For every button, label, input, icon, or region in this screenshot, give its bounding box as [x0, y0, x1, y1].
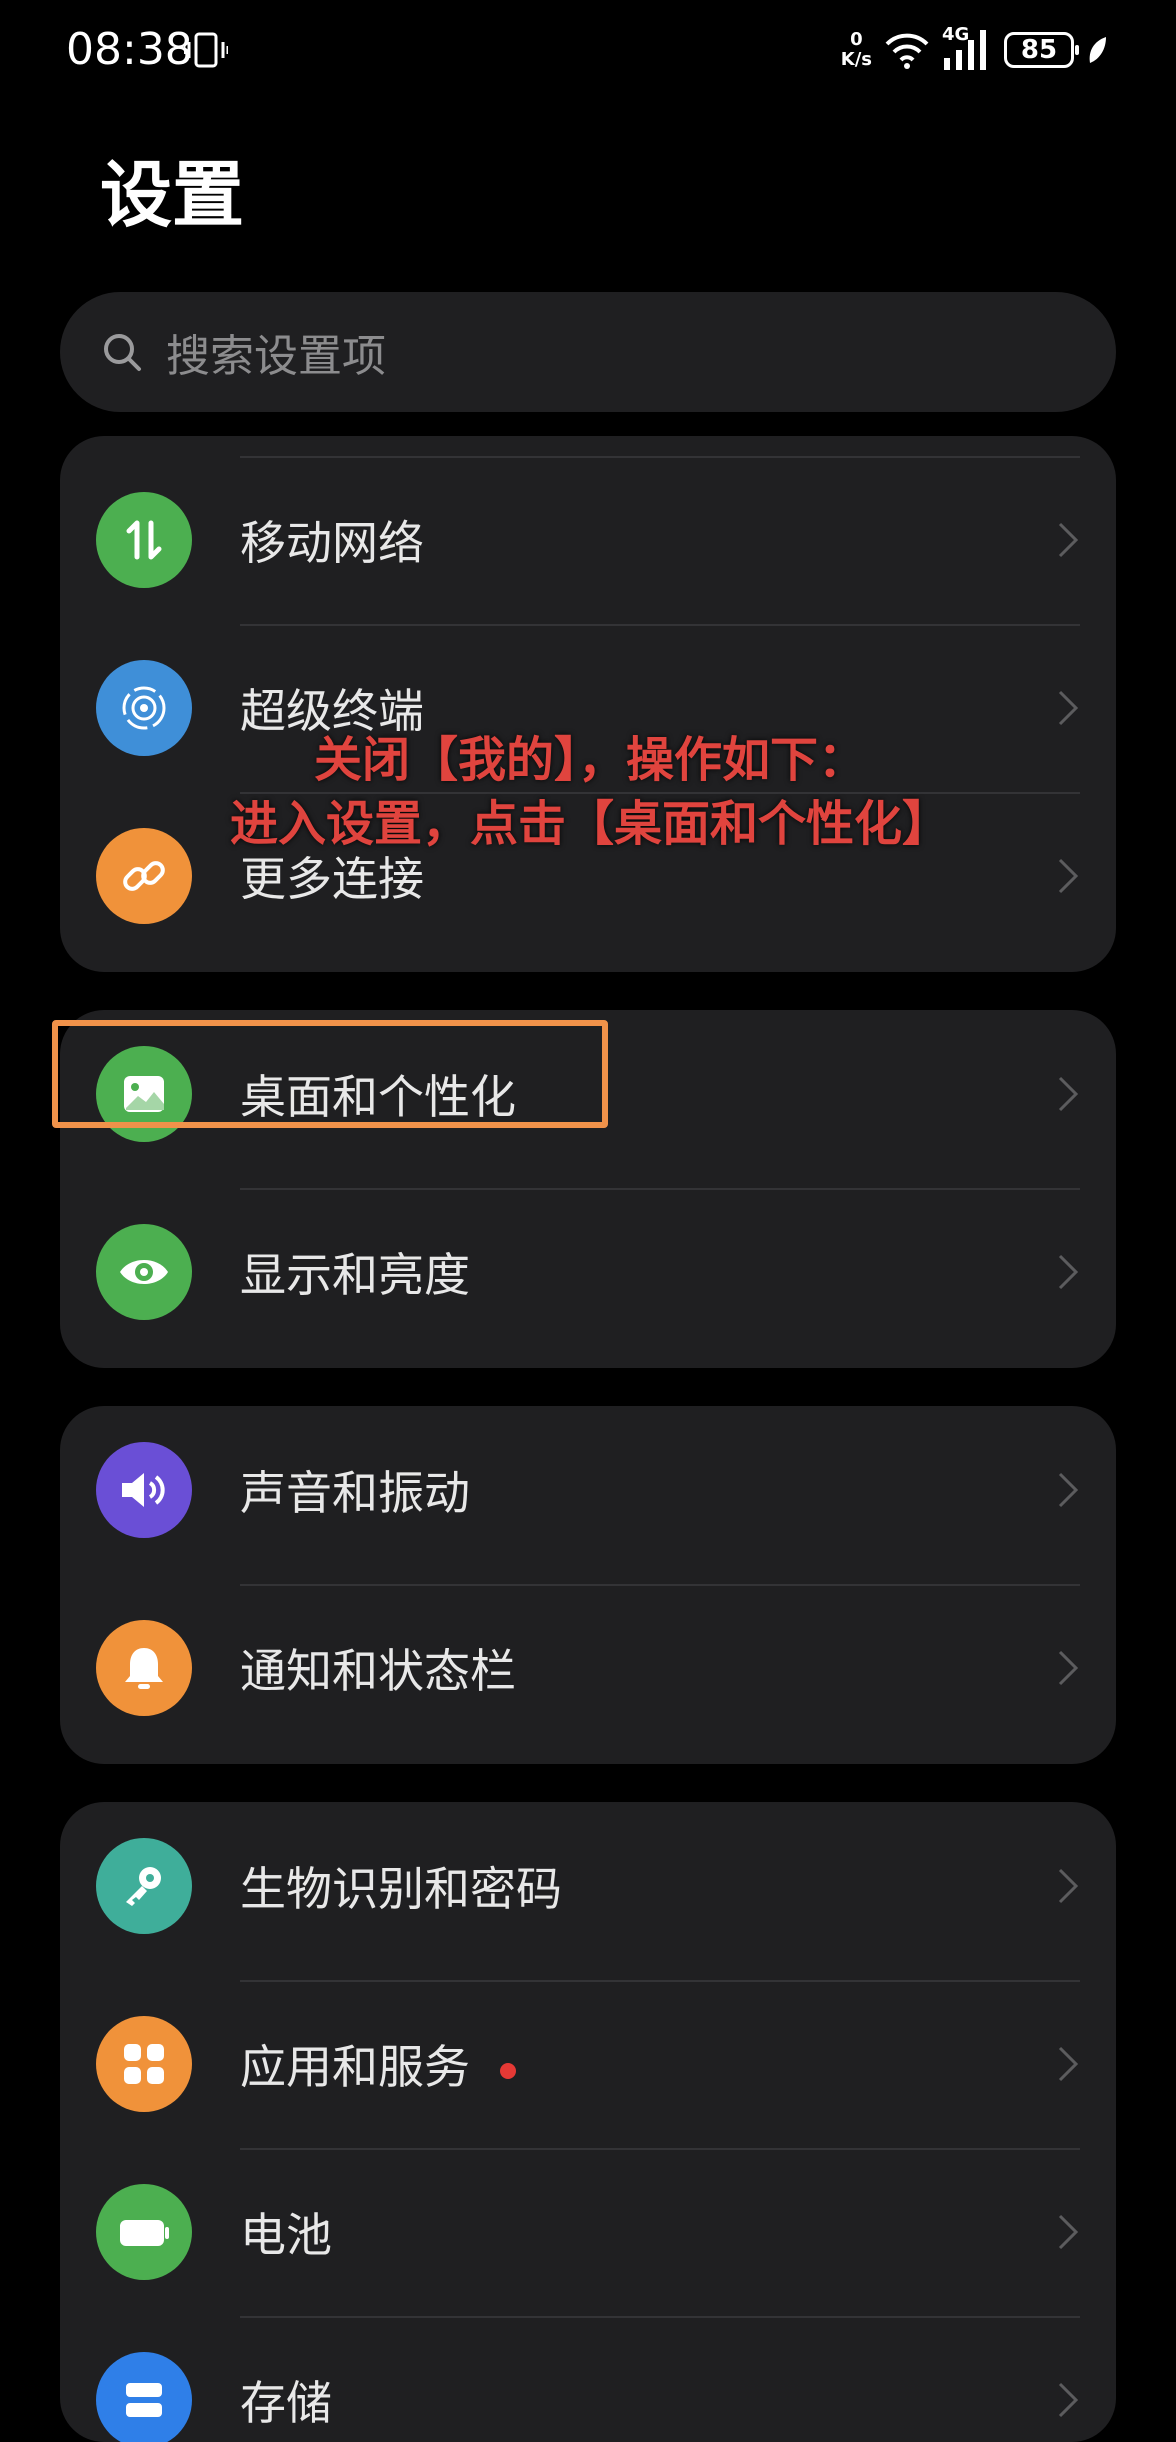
settings-item-sound-vibration[interactable]: 声音和振动 — [60, 1406, 1116, 1574]
settings-group-security-apps: 生物识别和密码 应用和服务 电池 存储 — [60, 1802, 1116, 2442]
item-label-text: 应用和服务 — [240, 2040, 470, 2094]
chevron-right-icon — [1058, 1472, 1079, 1508]
status-time: 08:38 — [66, 24, 193, 75]
settings-item-apps-services[interactable]: 应用和服务 — [60, 1980, 1116, 2148]
divider — [240, 624, 1080, 626]
vibrate-icon — [184, 32, 228, 68]
page-title: 设置 — [100, 153, 245, 237]
divider — [240, 456, 1080, 458]
battery-indicator: 85 — [1004, 32, 1079, 68]
storage-icon — [96, 2352, 192, 2442]
notification-badge — [500, 2062, 516, 2079]
instruction-annotation: 关闭【我的】，操作如下： 进入设置，点击【桌面和个性化】 — [150, 728, 1030, 856]
chevron-right-icon — [1058, 1076, 1079, 1112]
battery-level: 85 — [1020, 35, 1058, 65]
settings-item-biometrics[interactable]: 生物识别和密码 — [60, 1802, 1116, 1970]
annotation-line-1: 关闭【我的】，操作如下： — [313, 732, 866, 788]
settings-item-display-brightness[interactable]: 显示和亮度 — [60, 1188, 1116, 1356]
leaf-icon — [1089, 37, 1106, 63]
battery-icon — [96, 2184, 192, 2280]
chevron-right-icon — [1058, 1650, 1079, 1686]
chevron-right-icon — [1058, 1254, 1079, 1290]
settings-group-sound-notification: 声音和振动 通知和状态栏 — [60, 1406, 1116, 1764]
item-label: 存储 — [240, 2376, 332, 2430]
item-label: 显示和亮度 — [240, 1248, 470, 1302]
network-speed-value: 0 — [850, 29, 863, 50]
signal-icon — [944, 30, 986, 70]
item-label: 电池 — [240, 2208, 332, 2262]
settings-item-storage[interactable]: 存储 — [60, 2316, 1116, 2442]
bell-icon — [96, 1620, 192, 1716]
network-speed: 0 K/s — [841, 30, 872, 70]
chevron-right-icon — [1058, 522, 1079, 558]
annotation-line-2: 进入设置，点击【桌面和个性化】 — [229, 796, 950, 852]
settings-group-connectivity: 移动网络 超级终端 更多连接 — [60, 436, 1116, 972]
settings-item-notifications[interactable]: 通知和状态栏 — [60, 1584, 1116, 1752]
chevron-right-icon — [1058, 2382, 1079, 2418]
settings-item-battery[interactable]: 电池 — [60, 2148, 1116, 2316]
item-label: 应用和服务 — [240, 2031, 516, 2097]
wifi-icon — [885, 33, 929, 69]
divider — [240, 1980, 1080, 1982]
key-icon — [96, 1838, 192, 1934]
eye-icon — [96, 1224, 192, 1320]
chevron-right-icon — [1058, 2046, 1079, 2082]
highlight-box — [52, 1020, 608, 1128]
status-indicators: 0 K/s 4G 85 — [841, 24, 1108, 76]
chevron-right-icon — [1058, 858, 1079, 894]
chevron-right-icon — [1058, 1868, 1079, 1904]
divider — [240, 1584, 1080, 1586]
item-label: 移动网络 — [240, 516, 424, 570]
divider — [240, 2148, 1080, 2150]
settings-item-mobile-network[interactable]: 移动网络 — [60, 456, 1116, 624]
speaker-icon — [96, 1442, 192, 1538]
network-speed-unit: K/s — [840, 49, 872, 70]
item-label: 生物识别和密码 — [240, 1862, 562, 1916]
cellular-signal: 4G — [942, 24, 992, 72]
divider — [240, 1188, 1080, 1190]
divider — [240, 2316, 1080, 2318]
status-bar: 08:38 0 K/s 4G 85 — [0, 0, 1176, 100]
chevron-right-icon — [1058, 2214, 1079, 2250]
search-icon — [104, 334, 141, 371]
mobile-data-icon — [96, 492, 192, 588]
apps-icon — [96, 2016, 192, 2112]
search-bar[interactable]: 搜索设置项 — [60, 292, 1116, 412]
chevron-right-icon — [1058, 690, 1079, 726]
item-label: 声音和振动 — [240, 1466, 470, 1520]
search-placeholder: 搜索设置项 — [166, 331, 386, 382]
item-label: 通知和状态栏 — [240, 1644, 516, 1698]
